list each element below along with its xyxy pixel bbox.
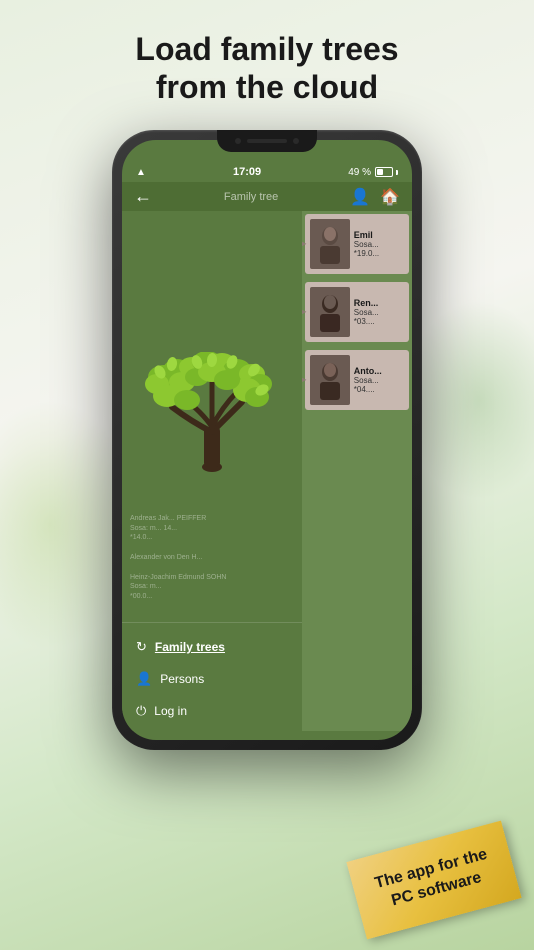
menu-item-login[interactable]: ⏻ Log in xyxy=(122,695,302,727)
camera-dot-2 xyxy=(293,138,299,144)
headline-line2: from the cloud xyxy=(156,69,378,105)
person-detail1-3: Sosa... xyxy=(354,376,400,385)
status-time: 17:09 xyxy=(233,166,261,178)
phone-screen: ▲ 17:09 49 % ← Family tree xyxy=(122,140,412,740)
menu-section: ↻ Family trees 👤 Persons ⏻ Log in xyxy=(122,622,302,731)
person-photo-inner-1 xyxy=(310,219,350,269)
person-name-1: Emil xyxy=(354,230,400,240)
person-icon: 👤 xyxy=(136,671,152,687)
person-photo-2 xyxy=(310,287,350,337)
headline: Load family trees from the cloud xyxy=(0,0,534,127)
person-detail2-2: *03.... xyxy=(354,317,400,326)
app-content: Andreas Jak... PEIFFER Sosa: m... 14... … xyxy=(122,211,412,731)
person-photo-inner-3 xyxy=(310,355,350,405)
battery-fill xyxy=(377,169,383,175)
person-info-1: Emil Sosa... *19.0... xyxy=(350,228,404,260)
headline-line1: Load family trees xyxy=(135,31,398,67)
tree-svg xyxy=(142,352,282,482)
back-button[interactable]: ← xyxy=(134,186,152,207)
bg-text-line6: Sosa: m... xyxy=(130,582,226,592)
phone-notch xyxy=(217,130,317,152)
person-card-2[interactable]: ▶ Ren... Sos xyxy=(305,282,409,342)
home-nav-icon[interactable]: 🏠 xyxy=(380,187,400,207)
bg-text-line2: Sosa: m... 14... xyxy=(130,524,226,534)
phone-mockup: ▲ 17:09 49 % ← Family tree xyxy=(112,130,422,750)
person-photo-1 xyxy=(310,219,350,269)
power-icon: ⏻ xyxy=(136,703,146,719)
right-panel: ▶ Emil Sosa. xyxy=(302,211,412,731)
person-info-2: Ren... Sosa... *03.... xyxy=(350,296,404,328)
person-detail2-1: *19.0... xyxy=(354,249,400,258)
nav-icons: 👤 🏠 xyxy=(350,187,400,207)
person-photo-3 xyxy=(310,355,350,405)
menu-item-persons[interactable]: 👤 Persons xyxy=(122,663,302,695)
person-card-3[interactable]: ▶ Anto... So xyxy=(305,350,409,410)
refresh-icon: ↻ xyxy=(136,639,147,655)
speaker-bar xyxy=(247,139,287,143)
status-bar-right: 49 % xyxy=(348,167,398,178)
bg-text-line4: Alexander von Den H... xyxy=(130,553,226,563)
menu-label-family-trees: Family trees xyxy=(155,640,225,654)
card-arrow-1: ▶ xyxy=(302,239,307,250)
person-info-3: Anto... Sosa... *04.... xyxy=(350,364,404,396)
person-name-2: Ren... xyxy=(354,298,400,308)
left-panel: Andreas Jak... PEIFFER Sosa: m... 14... … xyxy=(122,211,302,731)
person-detail1-1: Sosa... xyxy=(354,240,400,249)
person-detail1-2: Sosa... xyxy=(354,308,400,317)
watercolor-decoration-right xyxy=(404,300,534,500)
battery-indicator xyxy=(375,167,398,177)
bg-text-line3: *14.0... xyxy=(130,533,226,543)
card-arrow-2: ▶ xyxy=(302,307,307,318)
tree-illustration-area: Andreas Jak... PEIFFER Sosa: m... 14... … xyxy=(122,211,302,622)
person-card-1[interactable]: ▶ Emil Sosa. xyxy=(305,214,409,274)
camera-dot xyxy=(235,138,241,144)
bg-text-line1: Andreas Jak... PEIFFER xyxy=(130,514,226,524)
menu-label-login: Log in xyxy=(154,704,187,718)
background-person-text: Andreas Jak... PEIFFER Sosa: m... 14... … xyxy=(130,514,226,602)
menu-label-persons: Persons xyxy=(160,672,204,686)
bg-text-line7: *00.0... xyxy=(130,592,226,602)
battery-pct-label: 49 % xyxy=(348,167,371,178)
status-bar-left: ▲ xyxy=(136,167,146,178)
card-arrow-3: ▶ xyxy=(302,375,307,386)
phone-outer-shell: ▲ 17:09 49 % ← Family tree xyxy=(112,130,422,750)
person-detail2-3: *04.... xyxy=(354,385,400,394)
battery-body xyxy=(375,167,393,177)
bg-text-line5: Heinz-Joachim Edmund SOHN xyxy=(130,573,226,583)
pc-software-banner: The app for the PC software xyxy=(346,821,521,940)
person-name-3: Anto... xyxy=(354,366,400,376)
person-photo-inner-2 xyxy=(310,287,350,337)
nav-title: Family tree xyxy=(152,191,350,203)
wifi-icon: ▲ xyxy=(136,167,146,178)
battery-tip xyxy=(396,170,398,175)
person-nav-icon[interactable]: 👤 xyxy=(350,187,370,207)
menu-item-family-trees[interactable]: ↻ Family trees xyxy=(122,631,302,663)
nav-bar: ← Family tree 👤 🏠 xyxy=(122,182,412,211)
